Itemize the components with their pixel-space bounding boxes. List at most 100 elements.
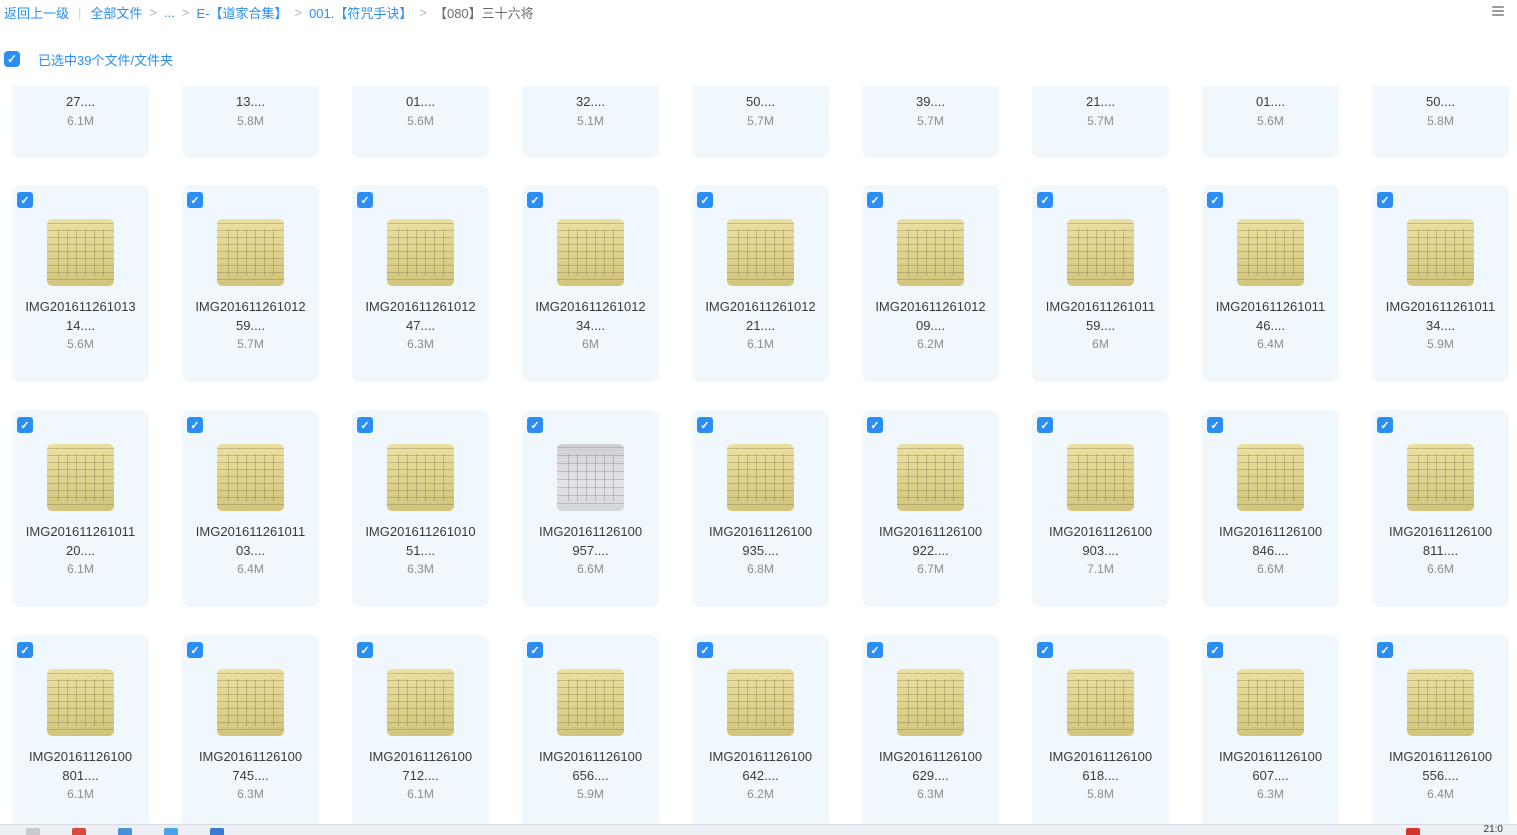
file-name[interactable]: 01.... [1202,92,1339,111]
file-thumbnail[interactable] [897,444,964,511]
file-name[interactable]: IMG20161126100 556.... [1372,747,1509,785]
file-card[interactable]: ✓ IMG201611261011 34.... 5.9M [1372,185,1509,382]
file-name[interactable]: IMG20161126100 642.... [692,747,829,785]
file-card[interactable]: ✓ IMG201611261011 46.... 6.4M [1202,185,1339,382]
file-card[interactable]: 32.... 5.1M [522,86,659,158]
file-card[interactable]: 01.... 5.6M [1202,86,1339,158]
file-name[interactable]: IMG201611261012 09.... [862,297,999,335]
file-card[interactable]: 50.... 5.7M [692,86,829,158]
file-checkbox[interactable]: ✓ [187,642,203,658]
file-card[interactable]: ✓ IMG201611261012 47.... 6.3M [352,185,489,382]
file-thumbnail[interactable] [387,444,454,511]
file-name[interactable]: IMG20161126100 629.... [862,747,999,785]
file-checkbox[interactable]: ✓ [357,417,373,433]
file-name[interactable]: IMG20161126100 712.... [352,747,489,785]
file-card[interactable]: ✓ IMG201611261012 34.... 6M [522,185,659,382]
file-name[interactable]: IMG201611261012 59.... [182,297,319,335]
file-checkbox[interactable]: ✓ [1377,642,1393,658]
file-thumbnail[interactable] [1067,669,1134,736]
file-checkbox[interactable]: ✓ [1037,192,1053,208]
list-view-icon[interactable] [1491,4,1505,18]
file-checkbox[interactable]: ✓ [17,417,33,433]
breadcrumb-root[interactable]: 全部文件 [90,3,142,22]
file-card[interactable]: ✓ IMG20161126100 922.... 6.7M [862,410,999,607]
file-card[interactable]: ✓ IMG20161126100 618.... 5.8M [1032,635,1169,832]
file-thumbnail[interactable] [47,219,114,286]
file-card[interactable]: ✓ IMG20161126100 801.... 6.1M [12,635,149,832]
file-name[interactable]: 13.... [182,92,319,111]
file-card[interactable]: 21.... 5.7M [1032,86,1169,158]
file-checkbox[interactable]: ✓ [697,417,713,433]
file-name[interactable]: 39.... [862,92,999,111]
file-checkbox[interactable]: ✓ [867,642,883,658]
file-card[interactable]: 50.... 5.8M [1372,86,1509,158]
file-thumbnail[interactable] [1407,669,1474,736]
file-checkbox[interactable]: ✓ [1207,417,1223,433]
file-card[interactable]: ✓ IMG201611261012 21.... 6.1M [692,185,829,382]
file-name[interactable]: IMG20161126100 922.... [862,522,999,560]
file-thumbnail[interactable] [727,444,794,511]
file-thumbnail[interactable] [897,669,964,736]
file-card[interactable]: 27.... 6.1M [12,86,149,158]
file-checkbox[interactable]: ✓ [187,417,203,433]
file-thumbnail[interactable] [727,219,794,286]
file-name[interactable]: 27.... [12,92,149,111]
file-card[interactable]: ✓ IMG201611261011 20.... 6.1M [12,410,149,607]
file-name[interactable]: IMG201611261011 46.... [1202,297,1339,335]
file-checkbox[interactable]: ✓ [1377,192,1393,208]
file-name[interactable]: IMG201611261010 51.... [352,522,489,560]
file-name[interactable]: IMG20161126100 811.... [1372,522,1509,560]
file-thumbnail[interactable] [727,669,794,736]
file-checkbox[interactable]: ✓ [357,642,373,658]
file-thumbnail[interactable] [217,669,284,736]
file-card[interactable]: ✓ IMG201611261013 14.... 5.6M [12,185,149,382]
file-checkbox[interactable]: ✓ [1207,192,1223,208]
file-thumbnail[interactable] [47,444,114,511]
file-name[interactable]: IMG20161126100 801.... [12,747,149,785]
select-all-checkbox[interactable]: ✓ [4,51,20,67]
file-thumbnail[interactable] [217,444,284,511]
file-thumbnail[interactable] [1067,219,1134,286]
file-card[interactable]: ✓ IMG20161126100 957.... 6.6M [522,410,659,607]
file-name[interactable]: 50.... [1372,92,1509,111]
file-card[interactable]: ✓ IMG20161126100 656.... 5.9M [522,635,659,832]
file-card[interactable]: ✓ IMG201611261012 09.... 6.2M [862,185,999,382]
file-name[interactable]: IMG20161126100 903.... [1032,522,1169,560]
file-card[interactable]: 13.... 5.8M [182,86,319,158]
file-card[interactable]: ✓ IMG201611261010 51.... 6.3M [352,410,489,607]
breadcrumb-level2[interactable]: 001.【符咒手诀】 [309,3,412,22]
file-thumbnail[interactable] [1237,444,1304,511]
file-name[interactable]: IMG20161126100 745.... [182,747,319,785]
file-card[interactable]: ✓ IMG201611261011 59.... 6M [1032,185,1169,382]
file-name[interactable]: IMG20161126100 607.... [1202,747,1339,785]
file-name[interactable]: IMG20161126100 957.... [522,522,659,560]
file-checkbox[interactable]: ✓ [697,642,713,658]
breadcrumb-ellipsis[interactable]: ... [164,5,175,20]
file-checkbox[interactable]: ✓ [1377,417,1393,433]
file-card[interactable]: ✓ IMG20161126100 629.... 6.3M [862,635,999,832]
file-checkbox[interactable]: ✓ [867,192,883,208]
file-card[interactable]: ✓ IMG201611261011 03.... 6.4M [182,410,319,607]
file-card[interactable]: ✓ IMG20161126100 607.... 6.3M [1202,635,1339,832]
file-name[interactable]: IMG201611261012 47.... [352,297,489,335]
file-card[interactable]: ✓ IMG20161126100 556.... 6.4M [1372,635,1509,832]
file-card[interactable]: ✓ IMG20161126100 745.... 6.3M [182,635,319,832]
file-card[interactable]: ✓ IMG20161126100 811.... 6.6M [1372,410,1509,607]
file-card[interactable]: ✓ IMG20161126100 846.... 6.6M [1202,410,1339,607]
file-name[interactable]: IMG201611261012 21.... [692,297,829,335]
file-checkbox[interactable]: ✓ [17,642,33,658]
file-checkbox[interactable]: ✓ [527,642,543,658]
file-checkbox[interactable]: ✓ [1037,417,1053,433]
file-thumbnail[interactable] [557,219,624,286]
file-card[interactable]: ✓ IMG20161126100 903.... 7.1M [1032,410,1169,607]
file-checkbox[interactable]: ✓ [17,192,33,208]
file-name[interactable]: IMG201611261013 14.... [12,297,149,335]
file-checkbox[interactable]: ✓ [187,192,203,208]
file-name[interactable]: IMG20161126100 846.... [1202,522,1339,560]
file-thumbnail[interactable] [1237,669,1304,736]
file-card[interactable]: 39.... 5.7M [862,86,999,158]
file-thumbnail[interactable] [47,669,114,736]
file-name[interactable]: IMG201611261011 34.... [1372,297,1509,335]
file-name[interactable]: 01.... [352,92,489,111]
breadcrumb-level1[interactable]: E-【道家合集】 [196,3,287,22]
